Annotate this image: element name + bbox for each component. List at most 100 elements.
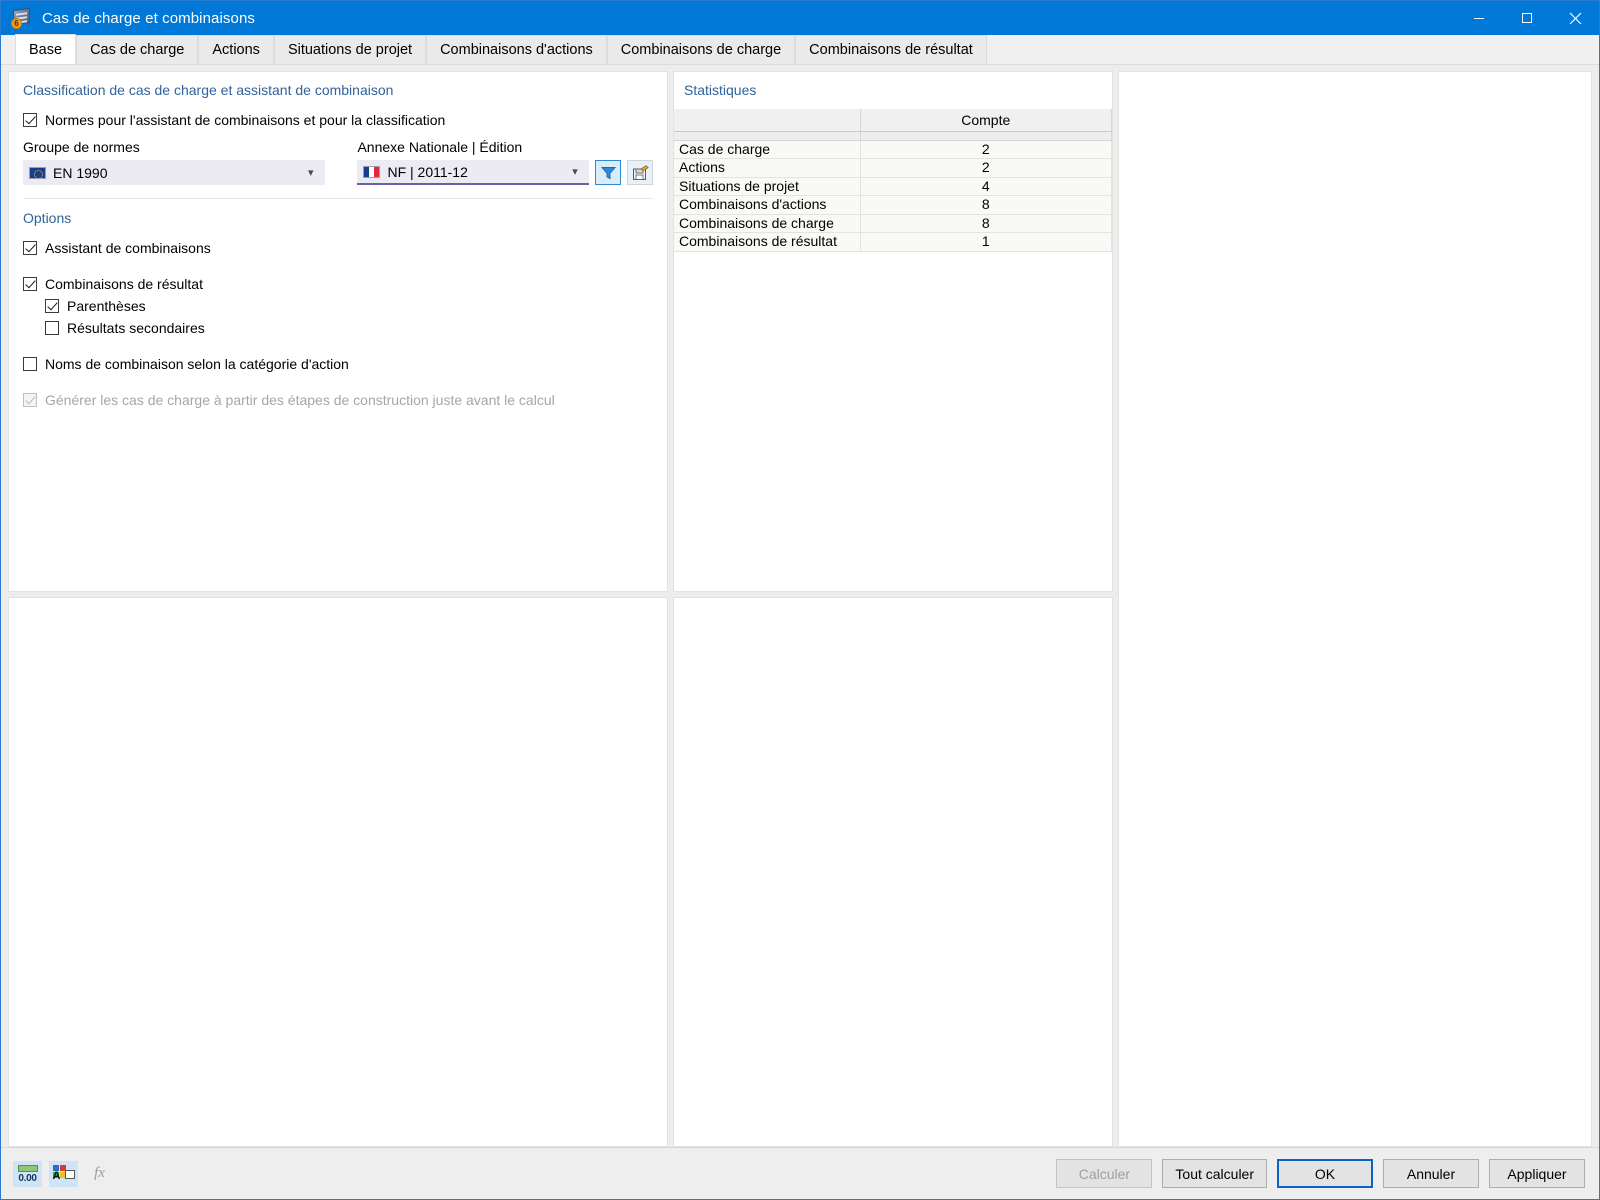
maximize-icon[interactable] [1503,1,1551,35]
standards-group-combo[interactable]: EN 1990 ▾ [23,160,325,185]
statistics-table: Compte Cas de charge 2 Actions 2 Situati… [674,109,1112,252]
table-row[interactable]: Actions 2 [674,158,1112,178]
ok-button[interactable]: OK [1277,1159,1373,1188]
stat-name: Situations de projet [674,177,861,196]
right-preview-panel [1118,71,1592,1147]
stat-count: 8 [860,195,1112,215]
stat-name: Actions [674,158,861,178]
chevron-down-icon[interactable]: ▾ [567,165,583,178]
tab-cas-de-charge[interactable]: Cas de charge [76,35,199,64]
option-noms-combinaison-label: Noms de combinaison selon la catégorie d… [45,356,349,372]
tab-actions[interactable]: Actions [198,35,274,64]
formula-fx-label: fx [94,1165,105,1181]
tout-calculer-button[interactable]: Tout calculer [1162,1159,1267,1188]
tab-combinaisons-de-resultat[interactable]: Combinaisons de résultat [795,35,987,64]
app-icon: 6 [11,7,33,29]
middle-column: Statistiques Compte Cas de charge 2 Acti… [673,71,1113,1147]
stat-name: Combinaisons de charge [674,214,861,233]
formula-fx-icon: fx [85,1161,114,1187]
option-parentheses-checkbox[interactable] [45,299,59,313]
national-annex-field: Annexe Nationale | Édition NF | 2011-12 … [357,139,589,185]
title-bar: 6 Cas de charge et combinaisons [1,1,1599,35]
option-generer-cas-de-charge-checkbox [23,393,37,407]
save-annex-icon[interactable] [627,160,653,185]
standards-group-value: EN 1990 [53,164,108,181]
tab-combinaisons-de-charge[interactable]: Combinaisons de charge [606,35,796,64]
legend-colors-icon[interactable]: A [49,1160,78,1187]
option-resultats-secondaires-checkbox[interactable] [45,321,59,335]
stat-count: 1 [860,232,1112,252]
option-assistant-combinaisons-checkbox[interactable] [23,241,37,255]
option-combinaisons-resultat-label: Combinaisons de résultat [45,276,203,292]
table-row[interactable]: Combinaisons de charge 8 [674,214,1112,233]
option-resultats-secondaires[interactable]: Résultats secondaires [45,317,653,339]
standards-row: Groupe de normes EN 1990 ▾ Annexe Nation… [23,139,653,185]
table-top-band [674,131,1112,141]
stat-name: Combinaisons d'actions [674,195,861,215]
standards-checkbox-label: Normes pour l'assistant de combinaisons … [45,112,446,128]
stat-count: 2 [860,158,1112,178]
statistics-caption: Statistiques [684,82,757,98]
minimize-icon[interactable] [1455,1,1503,35]
stat-count: 4 [860,177,1112,196]
column-header-name[interactable] [674,109,861,132]
eu-flag-icon [29,166,46,179]
appliquer-button[interactable]: Appliquer [1489,1159,1585,1188]
filter-funnel-icon[interactable] [595,160,621,185]
table-row[interactable]: Combinaisons d'actions 8 [674,195,1112,215]
decimal-places-icon[interactable]: 0.00 [13,1160,42,1187]
tab-situations-de-projet[interactable]: Situations de projet [273,35,427,64]
national-annex-value: NF | 2011-12 [387,163,468,180]
options-caption: Options [23,210,72,226]
option-generer-cas-de-charge: Générer les cas de charge à partir des é… [23,389,653,411]
option-resultats-secondaires-label: Résultats secondaires [67,320,205,336]
option-parentheses[interactable]: Parenthèses [45,295,653,317]
footer-button-group: Calculer Tout calculer OK Annuler Appliq… [1056,1159,1585,1188]
option-parentheses-label: Parenthèses [67,298,146,314]
tab-base[interactable]: Base [15,34,77,64]
table-header-row: Compte [674,109,1112,132]
statistics-panel: Statistiques Compte Cas de charge 2 Acti… [673,71,1113,592]
standards-checkbox[interactable] [23,113,37,127]
footer-bar: 0.00 A fx Calculer Tout calculer OK Annu… [1,1147,1599,1199]
option-assistant-combinaisons-label: Assistant de combinaisons [45,240,211,256]
middle-bottom-panel [673,597,1113,1147]
option-combinaisons-resultat-checkbox[interactable] [23,277,37,291]
option-noms-combinaison[interactable]: Noms de combinaison selon la catégorie d… [23,353,653,375]
column-header-count[interactable]: Compte [860,109,1112,132]
national-annex-combo[interactable]: NF | 2011-12 ▾ [357,160,589,185]
left-column: Classification de cas de charge et assis… [8,71,668,1147]
left-bottom-panel [8,597,668,1147]
table-row[interactable]: Combinaisons de résultat 1 [674,232,1112,252]
settings-panel: Classification de cas de charge et assis… [8,71,668,592]
standards-group-field: Groupe de normes EN 1990 ▾ [23,139,325,185]
fr-flag-icon [363,165,381,178]
stat-count: 2 [860,140,1112,159]
chevron-down-icon[interactable]: ▾ [303,166,319,179]
table-row[interactable]: Cas de charge 2 [674,140,1112,159]
close-icon[interactable] [1551,1,1599,35]
dialog-body: Classification de cas de charge et assis… [1,65,1599,1147]
option-generer-cas-de-charge-label: Générer les cas de charge à partir des é… [45,392,555,408]
option-assistant-combinaisons[interactable]: Assistant de combinaisons [23,237,653,259]
standards-group-label: Groupe de normes [23,139,140,155]
annuler-button[interactable]: Annuler [1383,1159,1479,1188]
national-annex-label: Annexe Nationale | Édition [357,139,523,155]
stat-name: Cas de charge [674,140,861,159]
option-noms-combinaison-checkbox[interactable] [23,357,37,371]
calculer-button: Calculer [1056,1159,1153,1188]
window-title: Cas de charge et combinaisons [42,9,256,27]
classification-caption: Classification de cas de charge et assis… [23,82,394,98]
dialog-window: 6 Cas de charge et combinaisons Base Cas… [0,0,1600,1200]
decimal-places-label: 0.00 [18,1172,37,1184]
stat-name: Combinaisons de résultat [674,232,861,252]
table-row[interactable]: Situations de projet 4 [674,177,1112,196]
app-icon-version-badge: 6 [11,18,22,29]
footer-tool-group: 0.00 A fx [13,1160,114,1187]
stat-count: 8 [860,214,1112,233]
right-column [1118,71,1592,1147]
standards-checkbox-row[interactable]: Normes pour l'assistant de combinaisons … [23,109,653,131]
option-combinaisons-resultat[interactable]: Combinaisons de résultat [23,273,653,295]
tab-combinaisons-dactions[interactable]: Combinaisons d'actions [426,35,607,64]
tab-strip: Base Cas de charge Actions Situations de… [1,34,1599,65]
